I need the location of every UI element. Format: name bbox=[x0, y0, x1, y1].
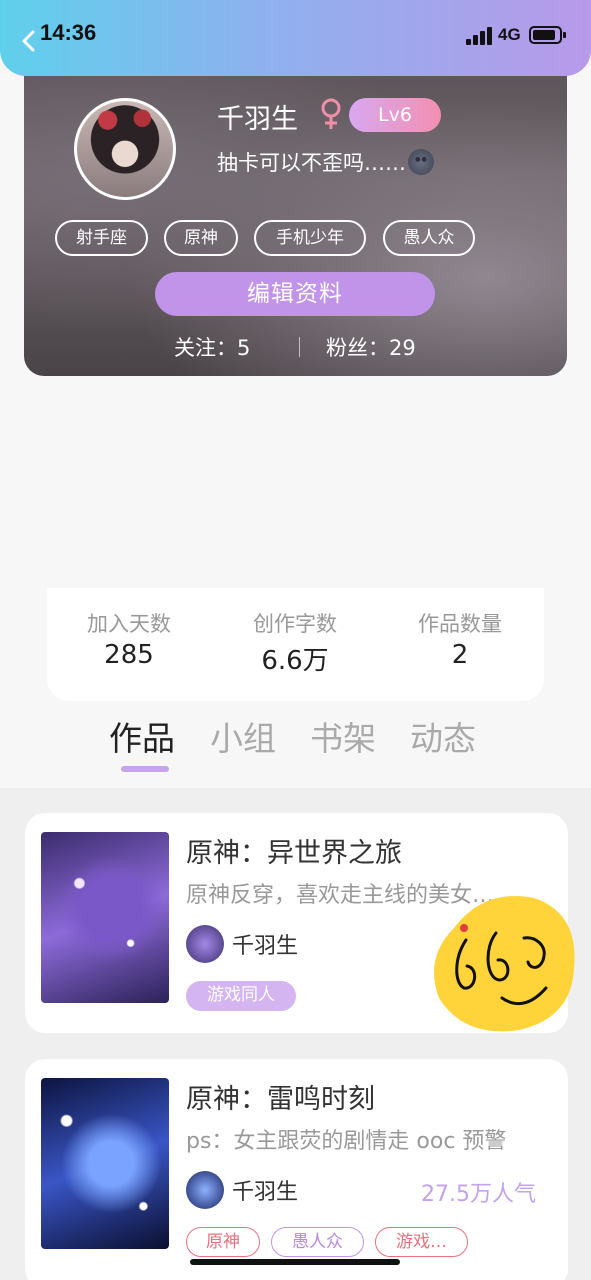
work-tag[interactable]: 游戏同人 bbox=[186, 981, 296, 1011]
doodle-sticker-icon bbox=[434, 896, 575, 1032]
status-bar: 14:36 4G bbox=[0, 0, 591, 76]
username: 千羽生 bbox=[217, 104, 298, 135]
avatar[interactable] bbox=[74, 98, 176, 200]
stat-join-days: 加入天数 285 bbox=[59, 608, 199, 670]
battery-icon bbox=[529, 26, 566, 44]
tag-item[interactable]: 射手座 bbox=[55, 220, 148, 256]
work-title[interactable]: 原神：雷鸣时刻 bbox=[186, 1077, 375, 1116]
stat-value: 285 bbox=[104, 640, 154, 670]
home-indicator bbox=[190, 1259, 400, 1265]
stat-label: 创作字数 bbox=[253, 612, 337, 636]
signal-icon bbox=[466, 27, 492, 45]
work-tag[interactable]: 游戏… bbox=[375, 1227, 468, 1257]
new-moon-face-icon bbox=[408, 149, 434, 175]
signature-text: 抽卡可以不歪吗…… bbox=[217, 151, 406, 175]
following-count[interactable]: 关注：5 bbox=[174, 332, 250, 362]
author-name[interactable]: 千羽生 bbox=[232, 1174, 298, 1206]
level-badge: Lv6 bbox=[349, 98, 441, 132]
profile-card: 千羽生 Lv6 抽卡可以不歪吗…… 射手座 原神 手机少年 愚人众 编辑资料 关… bbox=[24, 50, 567, 376]
stat-word-count: 创作字数 6.6万 bbox=[225, 608, 365, 677]
stat-label: 作品数量 bbox=[418, 612, 502, 636]
work-description: ps：女主跟荧的剧情走 ooc 预警 bbox=[186, 1129, 507, 1154]
signature: 抽卡可以不歪吗…… bbox=[217, 147, 434, 177]
stat-value: 2 bbox=[451, 640, 469, 670]
work-tag[interactable]: 愚人众 bbox=[271, 1227, 364, 1257]
back-icon[interactable] bbox=[20, 30, 38, 52]
stats-card: 加入天数 285 创作字数 6.6万 作品数量 2 bbox=[47, 588, 544, 701]
work-tag[interactable]: 原神 bbox=[186, 1227, 260, 1257]
followers-count[interactable]: 粉丝：29 bbox=[326, 332, 416, 362]
stat-label: 加入天数 bbox=[87, 612, 171, 636]
tag-item[interactable]: 手机少年 bbox=[254, 220, 366, 256]
tab-groups[interactable]: 小组 bbox=[210, 712, 276, 760]
tag-item[interactable]: 愚人众 bbox=[383, 220, 475, 256]
author-avatar[interactable] bbox=[186, 925, 224, 963]
tab-bookshelf[interactable]: 书架 bbox=[310, 712, 376, 760]
tab-active-indicator bbox=[121, 766, 169, 772]
tab-bar: 作品 小组 书架 动态 bbox=[0, 712, 591, 787]
tab-works[interactable]: 作品 bbox=[109, 712, 175, 760]
status-time: 14:36 bbox=[40, 20, 97, 45]
popularity-count: 27.5万人气 bbox=[421, 1182, 536, 1207]
female-icon bbox=[321, 98, 341, 129]
tab-activity[interactable]: 动态 bbox=[410, 712, 476, 760]
author-avatar[interactable] bbox=[186, 1171, 224, 1209]
work-cover-image[interactable] bbox=[41, 832, 169, 1003]
stat-work-count: 作品数量 2 bbox=[390, 608, 530, 670]
stat-value: 6.6万 bbox=[261, 646, 329, 676]
work-title[interactable]: 原神：异世界之旅 bbox=[186, 831, 402, 870]
author-name[interactable]: 千羽生 bbox=[232, 928, 298, 960]
divider bbox=[299, 337, 300, 357]
network-type: 4G bbox=[498, 25, 521, 44]
follow-stats: 关注：5 粉丝：29 bbox=[24, 332, 567, 362]
tag-item[interactable]: 原神 bbox=[164, 220, 238, 256]
work-cover-image[interactable] bbox=[41, 1078, 169, 1249]
edit-profile-button[interactable]: 编辑资料 bbox=[155, 272, 435, 316]
work-card[interactable]: 原神：雷鸣时刻 ps：女主跟荧的剧情走 ooc 预警 千羽生 27.5万人气 原… bbox=[25, 1059, 568, 1280]
